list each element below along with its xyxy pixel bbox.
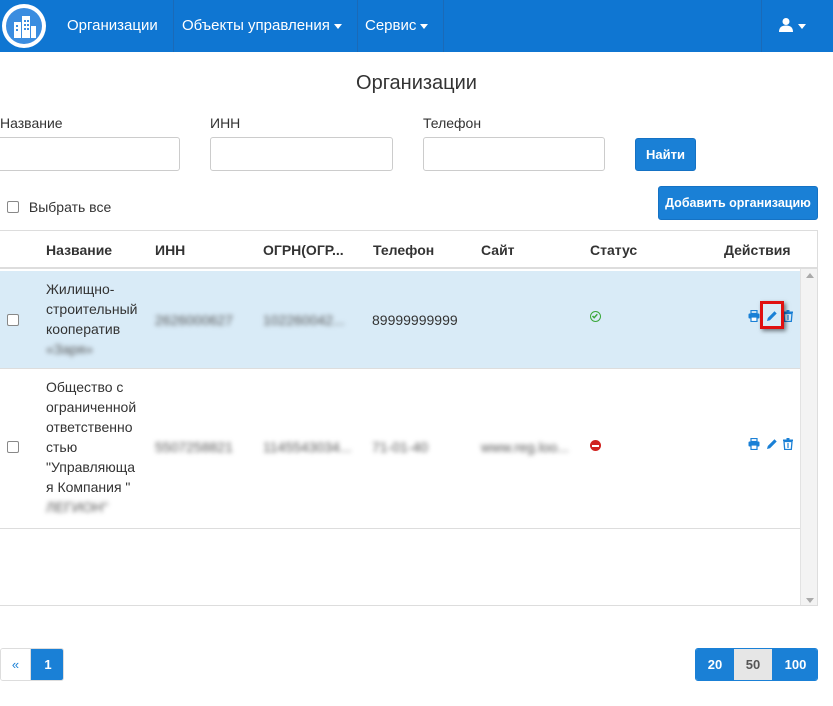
status-blocked-icon [590,440,601,451]
org-name-line: Жилищно- [46,281,115,297]
nav-organizations-label: Организации [67,17,158,34]
user-icon [779,18,793,32]
page-title: Организации [356,72,477,94]
nav-managed-objects-label: Объекты управления [182,17,330,34]
inn-filter-label: ИНН [210,115,241,131]
inn-filter-input[interactable] [210,137,393,171]
organizations-table: Название ИНН ОГРН(ОГР... Телефон Сайт Ст… [0,230,818,606]
org-name: Жилищно- строительный кооператив «Заря» [46,279,146,359]
table-row[interactable]: Жилищно- строительный кооператив «Заря» … [0,271,800,369]
top-navbar: Организации Объекты управления Сервис [0,0,833,52]
org-name-line: Общество с [46,379,124,395]
row-checkbox[interactable] [7,441,19,453]
org-name-line: кооператив [46,321,121,337]
select-all-label: Выбрать все [28,199,112,215]
pagination-prev[interactable]: « [1,649,31,680]
trash-icon[interactable] [782,438,794,450]
org-name-line: я Компания " [46,479,131,495]
org-phone: 89999999999 [372,312,458,328]
org-name-line: ЛЕГИОН" [46,499,109,515]
print-icon[interactable] [748,310,760,322]
nav-service-label: Сервис [365,17,417,34]
nav-service[interactable]: Сервис [350,0,445,52]
org-phone: 71-01-40 [372,439,429,455]
user-menu[interactable] [761,0,833,52]
org-name-line: ограниченной [46,399,137,415]
column-header-name[interactable]: Название [46,242,112,258]
caret-down-icon [333,23,342,29]
name-filter-label: Название [0,115,63,131]
org-name: Общество с ограниченной ответственно сть… [46,377,146,517]
org-name-line: "Управляюща [46,459,136,475]
caret-down-icon [420,23,429,29]
pagination-page-1[interactable]: 1 [31,649,63,680]
org-name-line: ответственно [46,419,133,435]
org-name-line: стью [46,439,78,455]
scroll-up-arrow-icon[interactable] [806,273,814,278]
name-filter-input[interactable] [0,137,180,171]
org-inn: 5507258821 [155,439,233,455]
column-header-inn[interactable]: ИНН [155,242,185,258]
nav-organizations[interactable]: Организации [52,0,174,52]
table-scrollbar[interactable] [800,269,817,605]
page-size-20[interactable]: 20 [696,649,734,680]
column-header-actions: Действия [724,242,791,258]
row-checkbox[interactable] [7,314,19,326]
print-icon[interactable] [748,438,760,450]
select-all-checkbox[interactable] [7,201,19,213]
org-inn: 2626000627 [155,312,233,328]
org-name-line: строительный [46,301,138,317]
phone-filter-label: Телефон [423,115,482,131]
table-row[interactable]: Общество с ограниченной ответственно сть… [0,369,800,529]
column-header-status[interactable]: Статус [590,242,637,258]
search-button[interactable]: Найти [635,138,696,171]
scroll-down-arrow-icon[interactable] [806,598,814,603]
phone-filter-input[interactable] [423,137,605,171]
column-header-phone[interactable]: Телефон [373,242,434,258]
org-site: www.reg.loo... [481,439,569,455]
org-name-line: «Заря» [46,341,94,357]
add-organization-button[interactable]: Добавить организацию [658,186,818,220]
status-active-icon [590,311,601,322]
page-size-50[interactable]: 50 [734,649,772,680]
org-ogrn: 102260042... [263,312,345,328]
org-ogrn: 1145543034... [263,439,352,455]
table-header: Название ИНН ОГРН(ОГР... Телефон Сайт Ст… [0,231,817,269]
logo-icon[interactable] [2,4,46,48]
edit-highlight-box [760,301,784,329]
pagination: « 1 [0,648,64,681]
caret-down-icon [798,24,806,29]
pencil-icon[interactable] [766,438,778,450]
select-all[interactable]: Выбрать все [7,199,111,215]
page-size-100[interactable]: 100 [772,649,817,680]
page-size-selector: 20 50 100 [695,648,818,681]
column-header-site[interactable]: Сайт [481,242,515,258]
nav-managed-objects[interactable]: Объекты управления [167,0,358,52]
column-header-ogrn[interactable]: ОГРН(ОГР... [263,242,344,258]
